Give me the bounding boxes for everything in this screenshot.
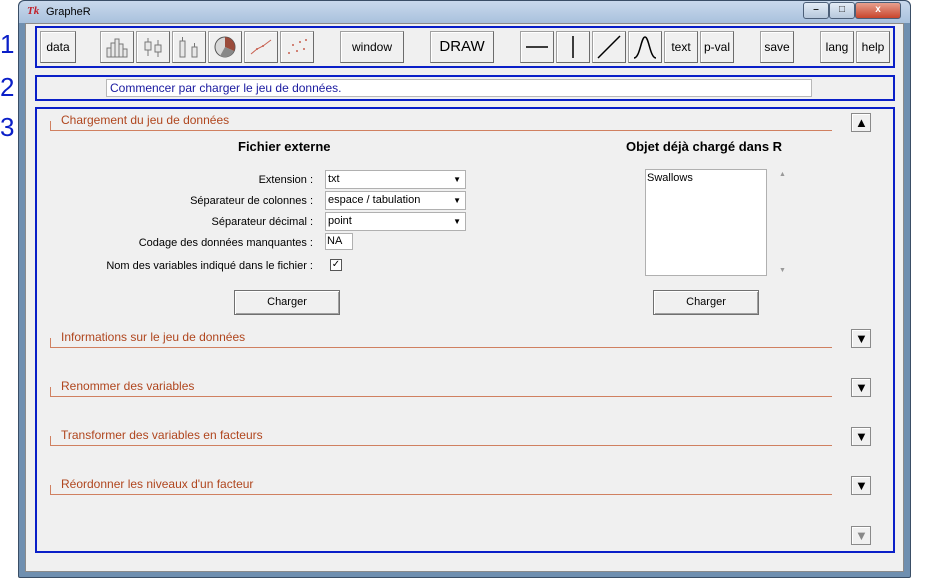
section-title-info[interactable]: Informations sur le jeu de données <box>59 330 248 344</box>
maximize-button[interactable]: □ <box>829 2 855 19</box>
expand-arrow-icon: ▼ <box>855 331 868 346</box>
scroll-down-icon[interactable]: ▼ <box>779 267 786 274</box>
expand-rename-button[interactable]: ▼ <box>851 378 871 397</box>
dropdown-caret-icon: ▼ <box>453 175 461 184</box>
list-item[interactable]: Swallows <box>646 170 766 184</box>
line-chart-icon <box>250 39 272 55</box>
pie-chart-icon <box>214 36 236 58</box>
save-button[interactable]: save <box>760 31 794 63</box>
expand-arrow-icon: ▼ <box>855 478 868 493</box>
region-marker-2: 2 <box>0 72 15 102</box>
scatter-plot-button[interactable] <box>280 31 314 63</box>
window-button[interactable]: window <box>340 31 404 63</box>
p-value-button[interactable]: p-val <box>700 31 734 63</box>
scroll-down-button[interactable]: ▼ <box>851 526 871 545</box>
extension-value: txt <box>328 173 340 185</box>
header-row-label: Nom des variables indiqué dans le fichie… <box>106 260 313 272</box>
minimize-button[interactable]: – <box>803 2 829 19</box>
decimal-separator-label: Séparateur décimal : <box>211 216 314 228</box>
loaded-objects-list[interactable]: Swallows <box>645 169 767 276</box>
barplot-button[interactable] <box>172 31 206 63</box>
header-row-checkbox[interactable]: ✓ <box>330 259 342 271</box>
close-button[interactable]: x <box>855 2 901 19</box>
histogram-button[interactable] <box>100 31 134 63</box>
boxplot-button[interactable] <box>136 31 170 63</box>
section-title-transform[interactable]: Transformer des variables en facteurs <box>59 428 265 442</box>
column-separator-value: espace / tabulation <box>328 194 421 206</box>
tk-logo-icon: Tk <box>27 5 40 17</box>
objects-scrollbar[interactable]: ▲ ▼ <box>775 169 790 276</box>
curve-button[interactable] <box>628 31 662 63</box>
pie-chart-button[interactable] <box>208 31 242 63</box>
draw-button[interactable]: DRAW <box>430 31 494 63</box>
section-title-rename[interactable]: Renommer des variables <box>59 379 197 393</box>
load-object-button[interactable]: Charger <box>653 290 759 315</box>
decimal-separator-select[interactable]: point ▼ <box>325 212 466 231</box>
expand-arrow-icon: ▼ <box>855 380 868 395</box>
region-marker-1: 1 <box>0 29 15 59</box>
horizontal-line-icon <box>526 46 548 48</box>
decimal-separator-value: point <box>328 215 352 227</box>
section-title-reorder[interactable]: Réordonner les niveaux d'un facteur <box>59 477 256 491</box>
help-button[interactable]: help <box>856 31 890 63</box>
missing-data-label: Codage des données manquantes : <box>138 237 313 249</box>
dropdown-caret-icon: ▼ <box>453 217 461 226</box>
section-title-load[interactable]: Chargement du jeu de données <box>59 113 232 127</box>
missing-data-input[interactable]: NA <box>325 233 353 250</box>
expand-reorder-button[interactable]: ▼ <box>851 476 871 495</box>
external-file-heading: Fichier externe <box>238 139 331 154</box>
title-bar: Tk GrapheR – □ x <box>19 1 910 23</box>
scatter-plot-icon <box>288 39 307 54</box>
data-button[interactable]: data <box>40 31 76 63</box>
dropdown-caret-icon: ▼ <box>453 196 461 205</box>
lang-button[interactable]: lang <box>820 31 854 63</box>
load-external-button[interactable]: Charger <box>234 290 340 315</box>
column-separator-label: Séparateur de colonnes : <box>190 195 313 207</box>
vertical-line-button[interactable] <box>556 31 590 63</box>
text-button[interactable]: text <box>664 31 698 63</box>
horizontal-line-button[interactable] <box>520 31 554 63</box>
diagonal-line-button[interactable] <box>592 31 626 63</box>
expand-arrow-icon: ▼ <box>855 429 868 444</box>
window-title: GrapheR <box>46 6 91 18</box>
line-chart-button[interactable] <box>244 31 278 63</box>
vertical-line-icon <box>572 36 574 58</box>
loaded-object-heading: Objet déjà chargé dans R <box>626 139 783 154</box>
status-message: Commencer par charger le jeu de données. <box>106 79 812 97</box>
curve-icon <box>633 36 657 59</box>
collapse-arrow-icon: ▲ <box>855 115 868 130</box>
boxplot-icon <box>144 38 162 57</box>
column-separator-select[interactable]: espace / tabulation ▼ <box>325 191 466 210</box>
barplot-icon <box>179 37 198 58</box>
diagonal-line-icon <box>597 35 621 59</box>
expand-info-button[interactable]: ▼ <box>851 329 871 348</box>
extension-label: Extension : <box>258 174 313 186</box>
region-marker-3: 3 <box>0 112 15 142</box>
extension-select[interactable]: txt ▼ <box>325 170 466 189</box>
scroll-down-icon: ▼ <box>855 528 868 543</box>
scroll-up-icon[interactable]: ▲ <box>779 171 786 178</box>
expand-transform-button[interactable]: ▼ <box>851 427 871 446</box>
collapse-load-button[interactable]: ▲ <box>851 113 871 132</box>
histogram-icon <box>106 38 128 58</box>
